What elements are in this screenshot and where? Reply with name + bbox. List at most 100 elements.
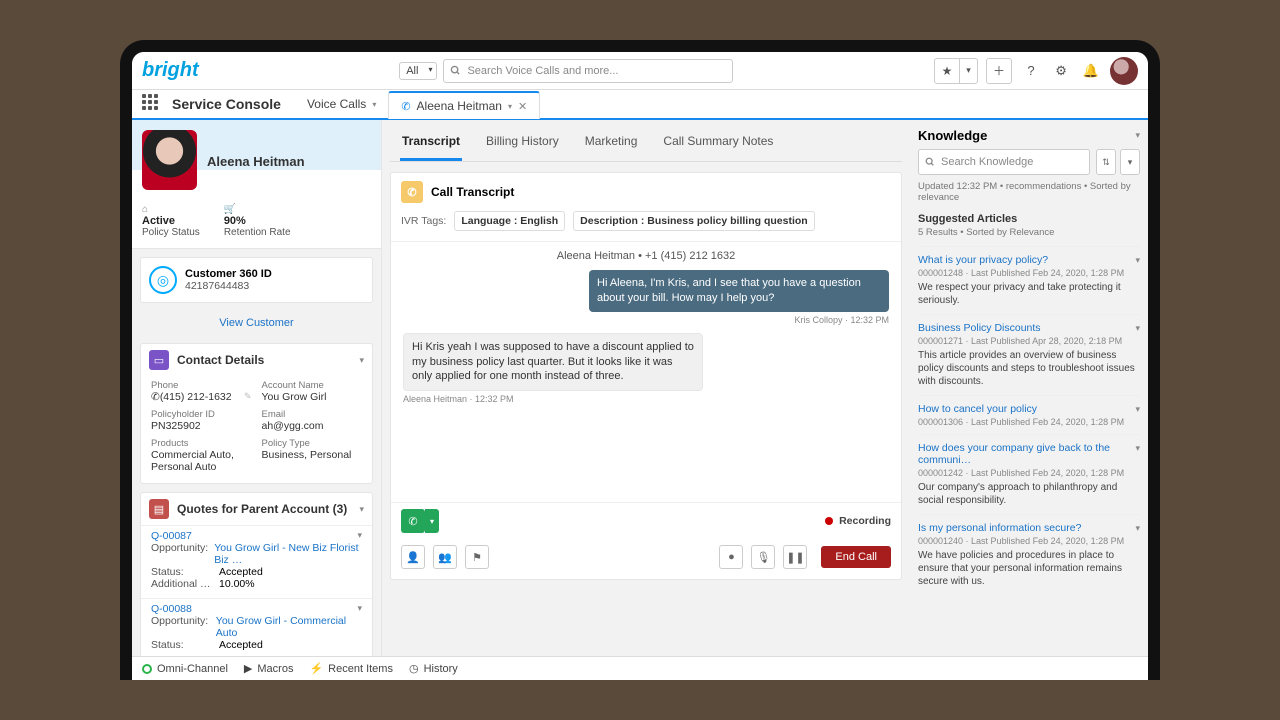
- article-title-link[interactable]: How to cancel your policy: [918, 403, 1140, 415]
- article-menu-icon[interactable]: ▾: [1135, 523, 1140, 534]
- sort-button[interactable]: ⇅: [1096, 149, 1116, 175]
- help-icon[interactable]: ?: [1020, 60, 1042, 82]
- message-customer: Hi Kris yeah I was supposed to have a di…: [403, 333, 703, 392]
- article-menu-icon[interactable]: ▾: [1135, 255, 1140, 266]
- tab-marketing[interactable]: Marketing: [583, 124, 640, 161]
- app-launcher-icon[interactable]: [142, 94, 162, 114]
- knowledge-article: ▾ Is my personal information secure? 000…: [918, 514, 1140, 595]
- contact-details-title: Contact Details: [177, 353, 351, 367]
- article-title-link[interactable]: How does your company give back to the c…: [918, 442, 1140, 466]
- mute-button[interactable]: 🎙: [751, 545, 775, 569]
- policytype-label: Policy Type: [262, 438, 363, 449]
- flag-button[interactable]: ⚑: [465, 545, 489, 569]
- account-label: Account Name: [262, 380, 363, 391]
- chevron-down-icon: ▾: [372, 100, 376, 109]
- status-dot-icon: [142, 664, 152, 674]
- footer-omni-channel[interactable]: Omni-Channel: [142, 663, 228, 675]
- favorite-button[interactable]: ★: [934, 58, 960, 84]
- workspace-tab-aleena[interactable]: ✆ Aleena Heitman ▾ ✕: [388, 91, 540, 119]
- chevron-down-icon[interactable]: ▾: [1135, 130, 1140, 141]
- knowledge-article: ▾ What is your privacy policy? 000001248…: [918, 246, 1140, 314]
- phone-icon: ✆: [401, 100, 410, 113]
- article-summary: This article provides an overview of bus…: [918, 349, 1140, 388]
- end-call-button[interactable]: End Call: [821, 546, 891, 568]
- user-avatar[interactable]: [1110, 57, 1138, 85]
- nav-object-voice-calls[interactable]: Voice Calls ▾: [295, 90, 388, 118]
- knowledge-search-input[interactable]: Search Knowledge: [918, 149, 1090, 175]
- tab-call-summary-notes[interactable]: Call Summary Notes: [661, 124, 775, 161]
- filter-button[interactable]: ▾: [1120, 149, 1140, 175]
- article-menu-icon[interactable]: ▾: [1135, 323, 1140, 334]
- email-value[interactable]: ah@ygg.com: [262, 420, 363, 432]
- quote-number-link[interactable]: Q-00087: [151, 530, 192, 542]
- chevron-down-icon[interactable]: ▾: [357, 530, 362, 541]
- tab-billing-history[interactable]: Billing History: [484, 124, 561, 161]
- article-title-link[interactable]: Business Policy Discounts: [918, 322, 1140, 334]
- suggested-articles-header: Suggested Articles: [918, 213, 1140, 225]
- global-search-input[interactable]: Search Voice Calls and more...: [443, 59, 733, 83]
- knowledge-updated-meta: Updated 12:32 PM • recommendations • Sor…: [918, 181, 1140, 203]
- search-scope-select[interactable]: All: [399, 62, 437, 80]
- contact-details-header[interactable]: ▭ Contact Details ▾: [141, 344, 372, 376]
- article-meta: 000001242 · Last Published Feb 24, 2020,…: [918, 468, 1140, 478]
- chevron-down-icon: ▾: [508, 102, 512, 111]
- active-call-button[interactable]: ✆: [401, 509, 425, 533]
- article-title-link[interactable]: Is my personal information secure?: [918, 522, 1140, 534]
- favorite-dropdown[interactable]: ▾: [960, 58, 978, 84]
- contact-icon: ▭: [149, 350, 169, 370]
- article-meta: 000001248 · Last Published Feb 24, 2020,…: [918, 268, 1140, 278]
- article-meta: 000001240 · Last Published Feb 24, 2020,…: [918, 536, 1140, 546]
- article-summary: We have policies and procedures in place…: [918, 549, 1140, 588]
- call-dropdown[interactable]: ▾: [425, 509, 439, 533]
- notifications-icon[interactable]: 🔔: [1080, 60, 1102, 82]
- search-icon: [450, 65, 461, 76]
- message-meta: Aleena Heitman · 12:32 PM: [403, 394, 889, 404]
- article-menu-icon[interactable]: ▾: [1135, 443, 1140, 454]
- customer-360-icon: ◎: [149, 266, 177, 294]
- c360-title: Customer 360 ID: [185, 268, 272, 280]
- article-meta: 000001306 · Last Published Feb 24, 2020,…: [918, 417, 1140, 427]
- chevron-down-icon[interactable]: ▾: [357, 603, 362, 614]
- subtab-bar: Transcript Billing History Marketing Cal…: [390, 124, 902, 162]
- quotes-title: Quotes for Parent Account (3): [177, 502, 351, 516]
- phone-icon: ✆: [151, 391, 160, 403]
- edit-icon[interactable]: ✎: [244, 391, 252, 402]
- phone-value[interactable]: ✆(415) 212-1632✎: [151, 391, 252, 403]
- footer-history[interactable]: ◷History: [409, 662, 458, 675]
- account-value[interactable]: You Grow Girl: [262, 391, 363, 403]
- view-customer-link[interactable]: View Customer: [132, 311, 381, 335]
- close-tab-icon[interactable]: ✕: [518, 100, 527, 113]
- article-menu-icon[interactable]: ▾: [1135, 404, 1140, 415]
- tab-transcript[interactable]: Transcript: [400, 124, 462, 161]
- transfer-button[interactable]: 👥: [433, 545, 457, 569]
- products-value: Commercial Auto, Personal Auto: [151, 449, 252, 473]
- recording-indicator: Recording: [825, 515, 891, 527]
- article-title-link[interactable]: What is your privacy policy?: [918, 254, 1140, 266]
- retention-rate: 🛒 90% Retention Rate: [224, 204, 291, 238]
- footer-recent-items[interactable]: ⚡Recent Items: [309, 662, 393, 675]
- quote-number-link[interactable]: Q-00088: [151, 603, 192, 615]
- quote-item: Q-00088 ▾ Opportunity:You Grow Girl - Co…: [141, 598, 372, 656]
- search-icon: [925, 157, 935, 167]
- hold-button[interactable]: ❚❚: [783, 545, 807, 569]
- article-meta: 000001271 · Last Published Apr 28, 2020,…: [918, 336, 1140, 346]
- customer-name: Aleena Heitman: [207, 154, 305, 169]
- knowledge-article: ▾ How to cancel your policy 000001306 · …: [918, 395, 1140, 434]
- transcript-icon: ✆: [401, 181, 423, 203]
- keypad-button[interactable]: ●: [719, 545, 743, 569]
- quotes-icon: ▤: [149, 499, 169, 519]
- quotes-header[interactable]: ▤ Quotes for Parent Account (3) ▾: [141, 493, 372, 525]
- cart-icon: 🛒: [224, 204, 236, 215]
- add-participant-button[interactable]: 👤: [401, 545, 425, 569]
- app-name: Service Console: [172, 96, 281, 112]
- quote-opportunity-link[interactable]: You Grow Girl - Commercial Auto: [216, 615, 362, 639]
- settings-icon[interactable]: ⚙: [1050, 60, 1072, 82]
- ivr-tags-label: IVR Tags:: [401, 215, 446, 227]
- chevron-down-icon: ▾: [359, 504, 364, 515]
- policy-status: ⌂ Active Policy Status: [142, 204, 200, 238]
- quote-opportunity-link[interactable]: You Grow Girl - New Biz Florist Biz …: [214, 542, 362, 566]
- add-button[interactable]: ＋: [986, 58, 1012, 84]
- footer-macros[interactable]: ▶Macros: [244, 662, 294, 675]
- customer-photo: [142, 130, 197, 190]
- nav-object-label: Voice Calls: [307, 97, 366, 111]
